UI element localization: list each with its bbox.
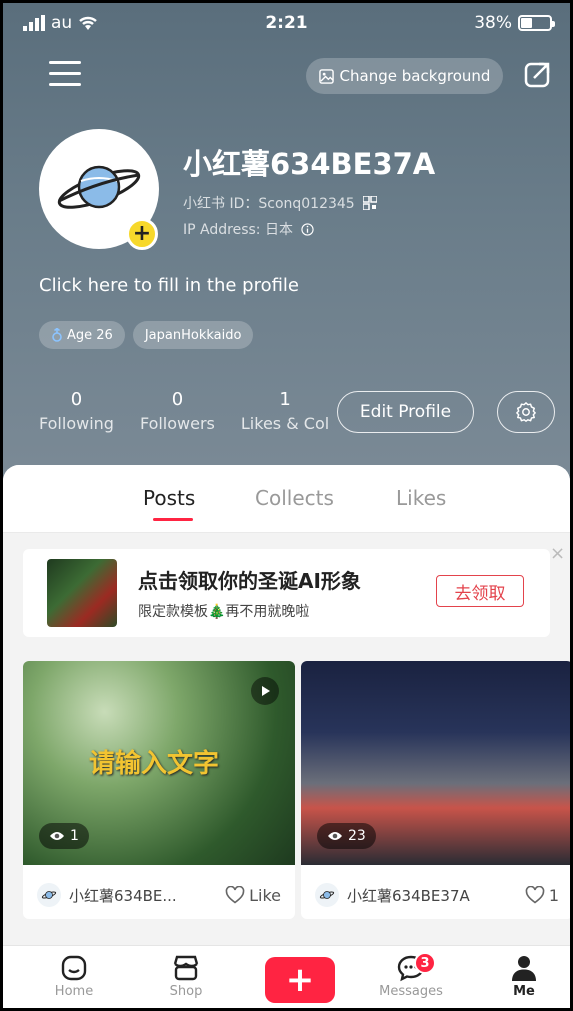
post-card[interactable]: 请输入文字 1 小红薯634BE... Like xyxy=(23,661,295,919)
view-count-value: 1 xyxy=(70,828,79,844)
planet-icon xyxy=(41,891,57,899)
share-icon[interactable] xyxy=(523,61,551,89)
location-tag-label: JapanHokkaido xyxy=(144,327,242,343)
change-background-button[interactable]: Change background xyxy=(306,58,503,94)
like-label: Like xyxy=(249,885,281,905)
male-icon xyxy=(52,328,62,342)
stat-followers-value: 0 xyxy=(171,389,184,410)
stat-following-value: 0 xyxy=(70,389,83,410)
post-footer: 小红薯634BE... Like xyxy=(23,875,295,915)
change-background-label: Change background xyxy=(339,67,491,85)
nav-messages[interactable]: 3 Messages xyxy=(371,952,451,999)
close-icon[interactable]: × xyxy=(550,543,565,564)
tab-active-indicator xyxy=(153,518,193,521)
heart-icon xyxy=(525,886,545,904)
nav-me[interactable]: Me xyxy=(484,952,564,999)
post-card[interactable]: 23 小红薯634BE37A 1 xyxy=(301,661,570,919)
nav-home[interactable]: Home xyxy=(34,952,114,999)
status-bar: au 2:21 38% xyxy=(3,13,570,39)
heart-icon xyxy=(225,886,245,904)
messages-badge: 3 xyxy=(414,952,436,974)
status-right: 38% xyxy=(474,13,555,33)
nav-shop-label: Shop xyxy=(169,984,203,999)
view-count-value: 23 xyxy=(348,828,366,844)
tab-posts[interactable]: Posts xyxy=(143,486,195,510)
promo-banner[interactable]: 点击领取你的圣诞AI形象 限定款模板🎄再不用就晚啦 去领取 × xyxy=(23,543,565,637)
eye-icon xyxy=(50,832,64,840)
profile-header: au 2:21 38% Change background + 小红薯634BE… xyxy=(3,3,570,483)
battery-icon xyxy=(518,15,555,31)
stat-followers[interactable]: 0 Followers xyxy=(140,389,215,433)
edit-profile-button[interactable]: Edit Profile xyxy=(337,391,474,433)
gear-icon xyxy=(516,402,536,422)
menu-icon[interactable] xyxy=(49,61,81,89)
profile-tags: Age 26 JapanHokkaido xyxy=(39,321,254,349)
promo-subtitle: 限定款模板🎄再不用就晚啦 xyxy=(138,604,310,620)
ip-address: IP Address: 日本 xyxy=(183,222,293,238)
planet-icon xyxy=(319,891,335,899)
settings-button[interactable] xyxy=(497,391,555,433)
bio-prompt[interactable]: Click here to fill in the profile xyxy=(39,275,299,296)
battery-percent: 38% xyxy=(474,13,512,33)
tab-collects[interactable]: Collects xyxy=(255,486,334,510)
play-icon xyxy=(251,677,279,705)
like-button[interactable]: 1 xyxy=(525,886,559,905)
stat-following[interactable]: 0 Following xyxy=(39,389,114,433)
location-tag[interactable]: JapanHokkaido xyxy=(132,321,254,349)
person-icon xyxy=(512,956,536,981)
tab-likes[interactable]: Likes xyxy=(396,486,446,510)
qr-code-icon[interactable] xyxy=(362,196,377,210)
post-footer: 小红薯634BE37A 1 xyxy=(301,875,570,915)
age-tag-label: Age 26 xyxy=(67,327,113,343)
ip-address-row: IP Address: 日本 xyxy=(183,219,314,239)
post-overlay-text: 请输入文字 xyxy=(89,749,220,779)
promo-claim-button[interactable]: 去领取 xyxy=(436,575,524,607)
view-count: 23 xyxy=(317,823,376,849)
author-avatar[interactable] xyxy=(315,883,339,907)
nav-shop[interactable]: Shop xyxy=(146,952,226,999)
user-id: 小红书 ID：Sconq012345 xyxy=(183,196,355,212)
bottom-nav: Home Shop + 3 Messages Me xyxy=(3,945,570,1008)
post-author[interactable]: 小红薯634BE... xyxy=(69,885,225,906)
image-icon xyxy=(318,68,334,84)
view-count: 1 xyxy=(39,823,89,849)
nav-home-label: Home xyxy=(54,984,94,999)
profile-stats: 0 Following 0 Followers 1 Likes & Col xyxy=(39,389,355,433)
like-button[interactable]: Like xyxy=(225,886,281,905)
nav-me-label: Me xyxy=(513,984,535,999)
create-post-button[interactable]: + xyxy=(265,957,335,1003)
username: 小红薯634BE37A xyxy=(183,147,436,181)
eye-icon xyxy=(328,832,342,840)
author-avatar[interactable] xyxy=(37,883,61,907)
promo-thumbnail xyxy=(47,559,117,627)
age-tag[interactable]: Age 26 xyxy=(39,321,125,349)
like-count: 1 xyxy=(548,885,559,905)
stat-following-label: Following xyxy=(39,414,114,433)
stat-followers-label: Followers xyxy=(139,414,215,433)
user-id-row: 小红书 ID：Sconq012345 xyxy=(183,193,377,213)
add-avatar-button[interactable]: + xyxy=(126,218,158,250)
promo-title: 点击领取你的圣诞AI形象 xyxy=(138,569,361,593)
home-icon xyxy=(61,955,87,981)
post-author[interactable]: 小红薯634BE37A xyxy=(347,885,525,906)
stat-likes-value: 1 xyxy=(279,389,291,410)
app-frame: au 2:21 38% Change background + 小红薯634BE… xyxy=(0,0,573,1011)
stat-likes-label: Likes & Col xyxy=(240,414,330,433)
stat-likes-collects[interactable]: 1 Likes & Col xyxy=(241,389,329,433)
shop-icon xyxy=(173,955,199,981)
nav-messages-label: Messages xyxy=(379,984,443,999)
info-icon[interactable] xyxy=(301,222,314,236)
tab-bar: Posts Collects Likes xyxy=(3,465,570,533)
content-sheet: Posts Collects Likes 点击领取你的圣诞AI形象 限定款模板🎄… xyxy=(3,465,570,945)
